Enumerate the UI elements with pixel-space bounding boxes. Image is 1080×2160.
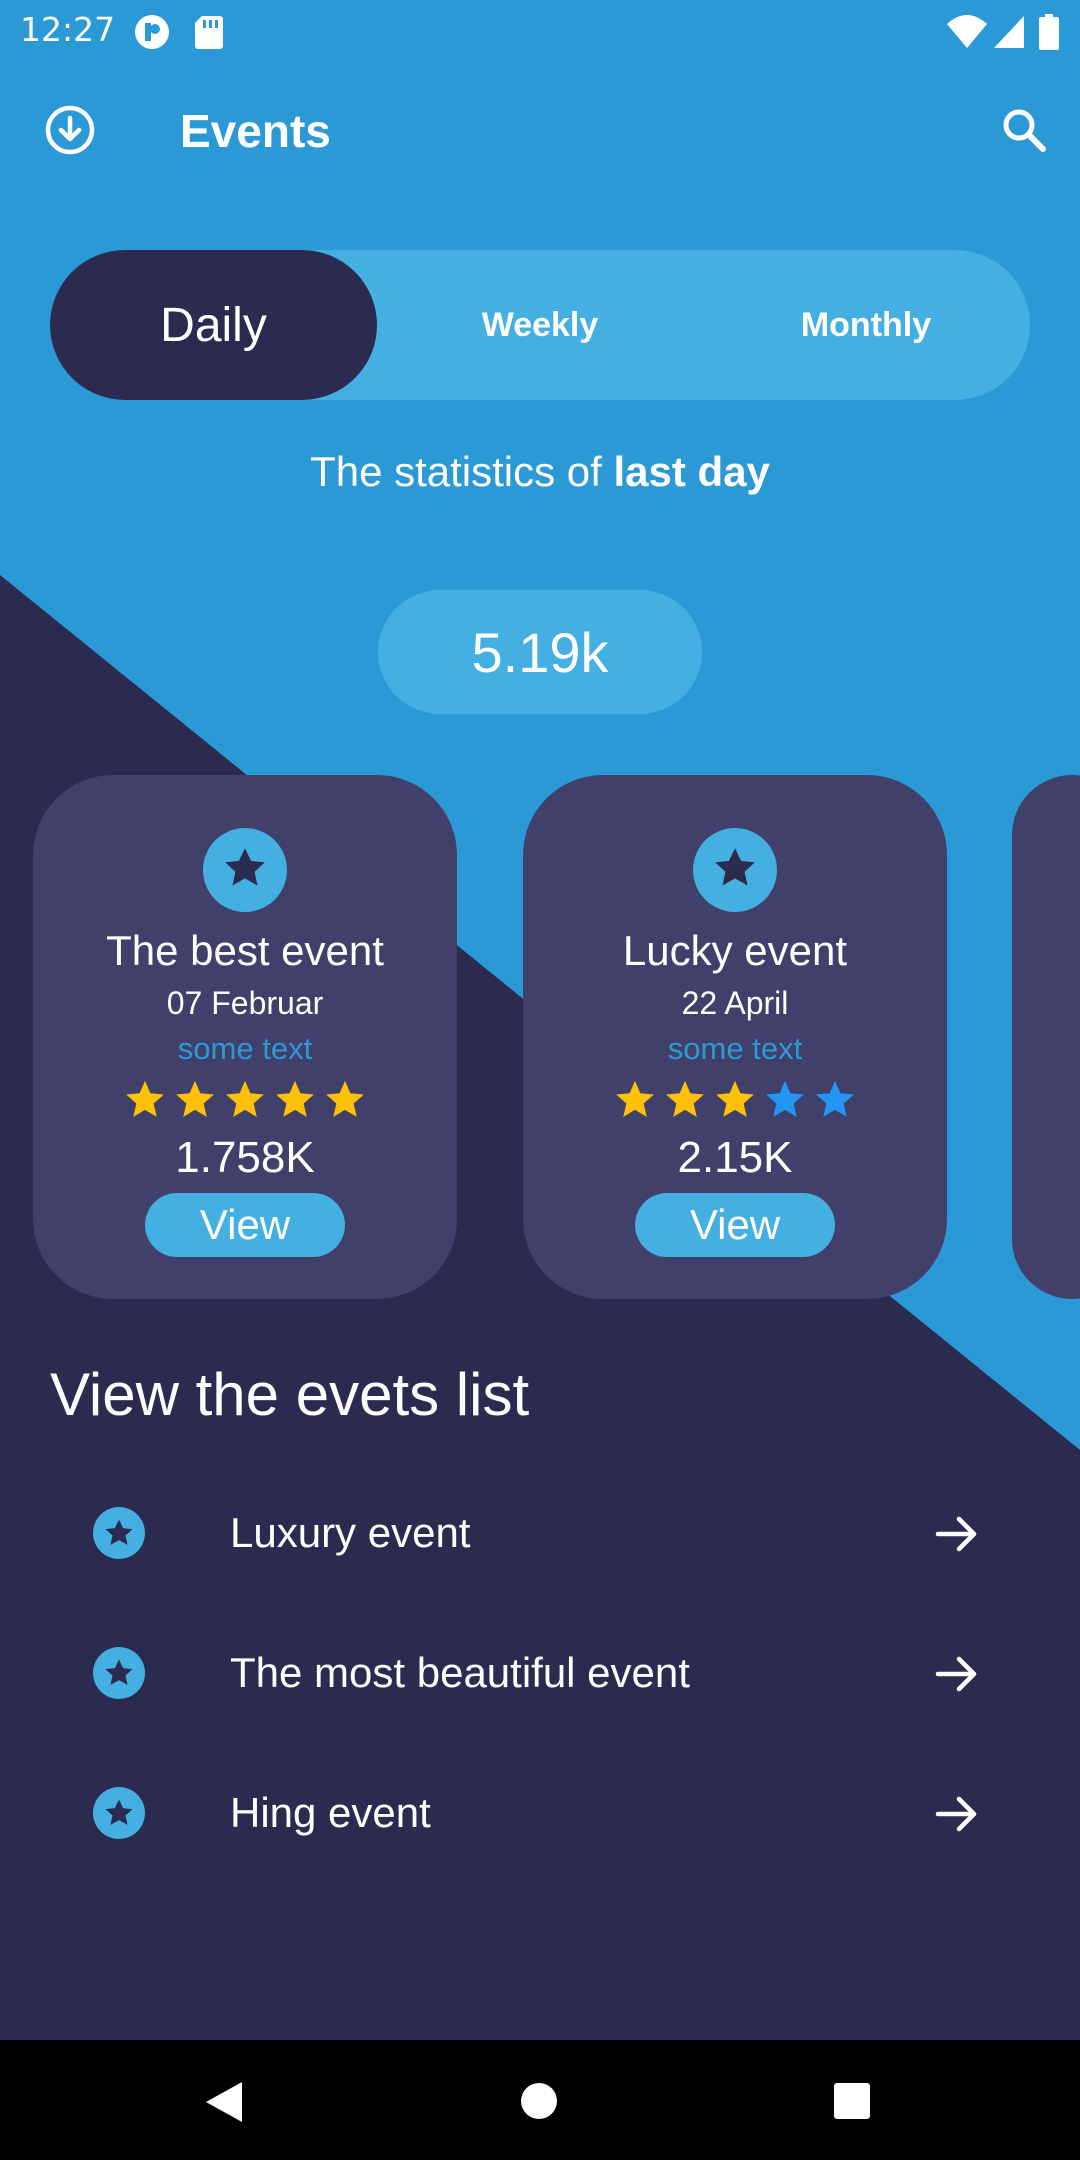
star-filled-icon — [663, 1078, 707, 1127]
list-item-label: The most beautiful event — [230, 1649, 690, 1696]
card-date: 22 April — [681, 985, 789, 1021]
star-icon — [93, 1647, 145, 1699]
card-star-badge — [203, 828, 287, 912]
download-button[interactable] — [30, 92, 110, 172]
app-bar: Events — [0, 62, 1080, 202]
back-icon[interactable] — [204, 2080, 244, 2129]
event-card: The best event 07 Februar some text 1.75… — [33, 775, 457, 1299]
list-item-label: Luxury event — [230, 1509, 471, 1556]
stats-subtitle: The statistics of last day — [0, 448, 1080, 496]
star-filled-icon — [613, 1078, 657, 1127]
battery-icon — [1038, 14, 1060, 55]
period-tabs: Daily Weekly Monthly — [50, 250, 1030, 400]
star-filled-icon — [173, 1078, 217, 1127]
search-icon — [1000, 106, 1048, 159]
recents-icon[interactable] — [833, 2082, 871, 2125]
tab-weekly[interactable]: Weekly — [390, 250, 690, 400]
star-filled-icon — [713, 1078, 757, 1127]
card-count: 2.15K — [677, 1133, 793, 1182]
star-icon — [93, 1507, 145, 1559]
event-card-partial[interactable] — [1012, 775, 1080, 1299]
status-time: 12:27 — [20, 10, 116, 49]
list-title: View the evets list — [50, 1361, 530, 1428]
stats-total: 5.19k — [378, 590, 702, 714]
card-star-badge — [693, 828, 777, 912]
event-card: Lucky event 22 April some text 2.15K Vie… — [523, 775, 947, 1299]
card-text: some text — [177, 1031, 313, 1066]
list-item[interactable]: The most beautiful event — [0, 1603, 1080, 1743]
arrow-right-icon[interactable] — [934, 1511, 980, 1562]
card-count: 1.758K — [175, 1133, 315, 1182]
tab-monthly[interactable]: Monthly — [716, 250, 1016, 400]
card-date: 07 Februar — [166, 985, 324, 1021]
star-icon — [710, 843, 760, 898]
list-item-label: Hing event — [230, 1789, 431, 1836]
star-empty-icon — [763, 1078, 807, 1127]
view-button[interactable]: View — [635, 1193, 835, 1257]
card-title: The best event — [106, 927, 384, 974]
arrow-right-icon[interactable] — [934, 1651, 980, 1702]
star-filled-icon — [273, 1078, 317, 1127]
system-nav-bar — [0, 2040, 1080, 2160]
star-filled-icon — [223, 1078, 267, 1127]
star-icon — [93, 1787, 145, 1839]
star-icon — [220, 843, 270, 898]
signal-icon — [992, 14, 1026, 55]
stats-subtitle-period: last day — [613, 448, 770, 495]
card-rating — [523, 1078, 947, 1127]
arrow-right-icon[interactable] — [934, 1791, 980, 1842]
home-icon[interactable] — [520, 2082, 558, 2125]
download-icon — [44, 104, 96, 161]
star-filled-icon — [123, 1078, 167, 1127]
star-filled-icon — [323, 1078, 367, 1127]
view-button[interactable]: View — [145, 1193, 345, 1257]
star-empty-icon — [813, 1078, 857, 1127]
stats-subtitle-prefix: The statistics of — [310, 448, 614, 495]
search-button[interactable] — [984, 92, 1064, 172]
status-app-icon — [134, 14, 170, 55]
screen: 12:27 Events Daily Weekly Monthly The st… — [0, 0, 1080, 2160]
sd-card-icon — [194, 14, 224, 55]
tab-daily[interactable]: Daily — [50, 250, 377, 400]
card-text: some text — [667, 1031, 803, 1066]
wifi-icon — [946, 14, 988, 55]
card-title: Lucky event — [622, 927, 848, 974]
status-bar: 12:27 — [0, 0, 1080, 62]
list-item[interactable]: Luxury event — [0, 1463, 1080, 1603]
page-title: Events — [180, 105, 331, 157]
card-rating — [33, 1078, 457, 1127]
list-item[interactable]: Hing event — [0, 1743, 1080, 1883]
